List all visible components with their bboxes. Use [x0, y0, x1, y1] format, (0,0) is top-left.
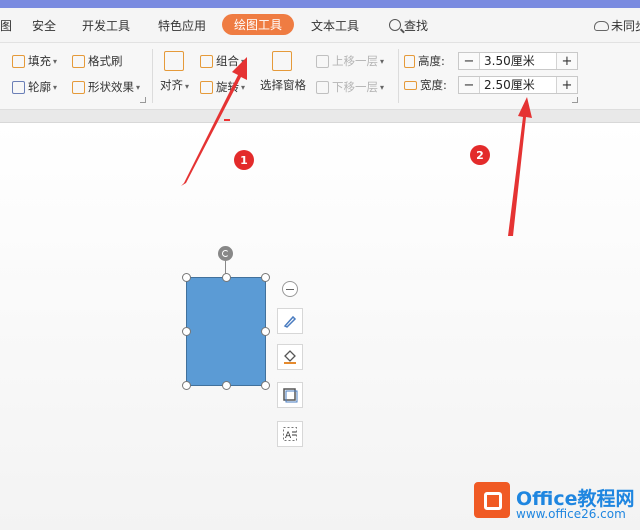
- watermark-url: www.office26.com: [516, 507, 626, 521]
- annotation-arrows: [181, 57, 532, 236]
- annotation-badge-1: 1: [234, 150, 254, 170]
- annotation-arrow-2: [508, 97, 532, 236]
- office-logo-icon: [474, 482, 510, 518]
- annotation-badge-2: 2: [470, 145, 490, 165]
